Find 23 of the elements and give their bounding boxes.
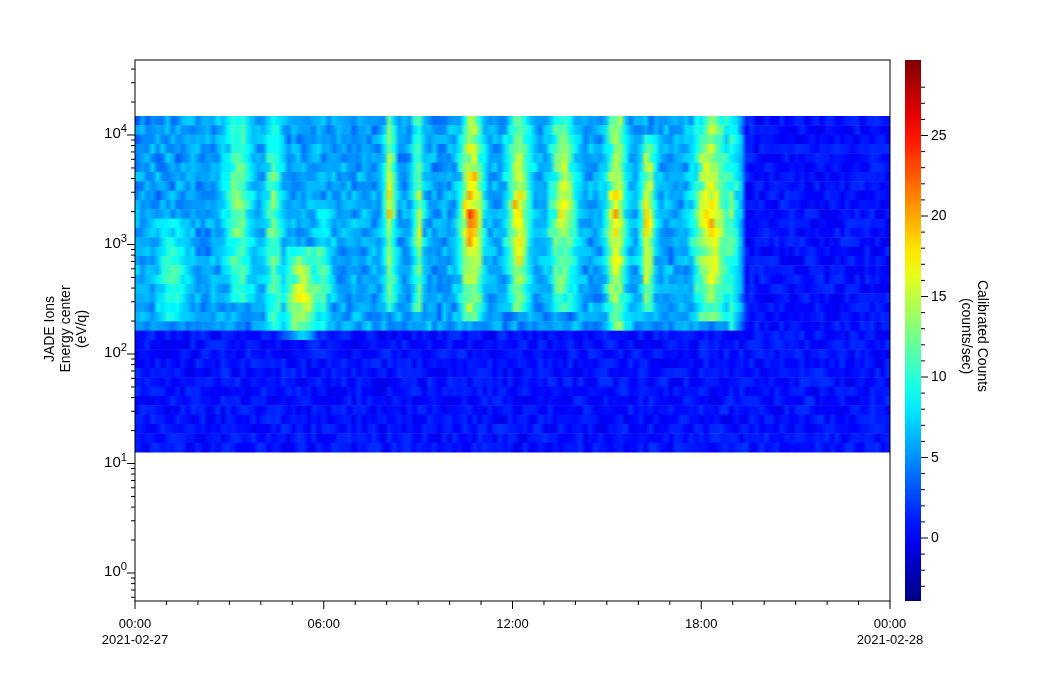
y-axis-label: Energy center	[57, 285, 73, 373]
y-tick-label: 10$^{1}$	[104, 453, 127, 469]
colorbar-label: (counts/sec)	[959, 297, 975, 375]
y-tick-label: 10$^{3}$	[104, 234, 127, 250]
y-axis-label: (eV/q)	[73, 309, 89, 349]
x-tick-time: 00:00	[873, 616, 907, 632]
x-tick-time: 00:00	[118, 616, 152, 632]
colorbar-tick-label: 25	[931, 127, 947, 142]
colorbar-tick-label: 10	[931, 369, 947, 383]
x-tick-date: 2021-02-27	[101, 632, 169, 648]
y-tick-label: 10$^{2}$	[104, 344, 127, 359]
colorbar-tick-label: 5	[931, 449, 939, 464]
colorbar-tick-label: 0	[931, 530, 939, 544]
y-tick-label: 10$^{0}$	[104, 563, 127, 578]
x-tick-date: 2021-02-28	[856, 632, 924, 648]
x-tick-time: 18:00	[685, 616, 718, 632]
x-tick-time: 12:00	[496, 616, 529, 632]
y-axis-label: JADE Ions	[41, 295, 57, 363]
y-tick-label: 10$^{4}$	[104, 125, 127, 140]
colorbar-tick-label: 15	[931, 288, 947, 303]
colorbar-tick-label: 20	[931, 208, 947, 222]
colorbar-label: Calibrated Counts	[975, 279, 991, 393]
x-tick-time: 06:00	[307, 616, 340, 632]
